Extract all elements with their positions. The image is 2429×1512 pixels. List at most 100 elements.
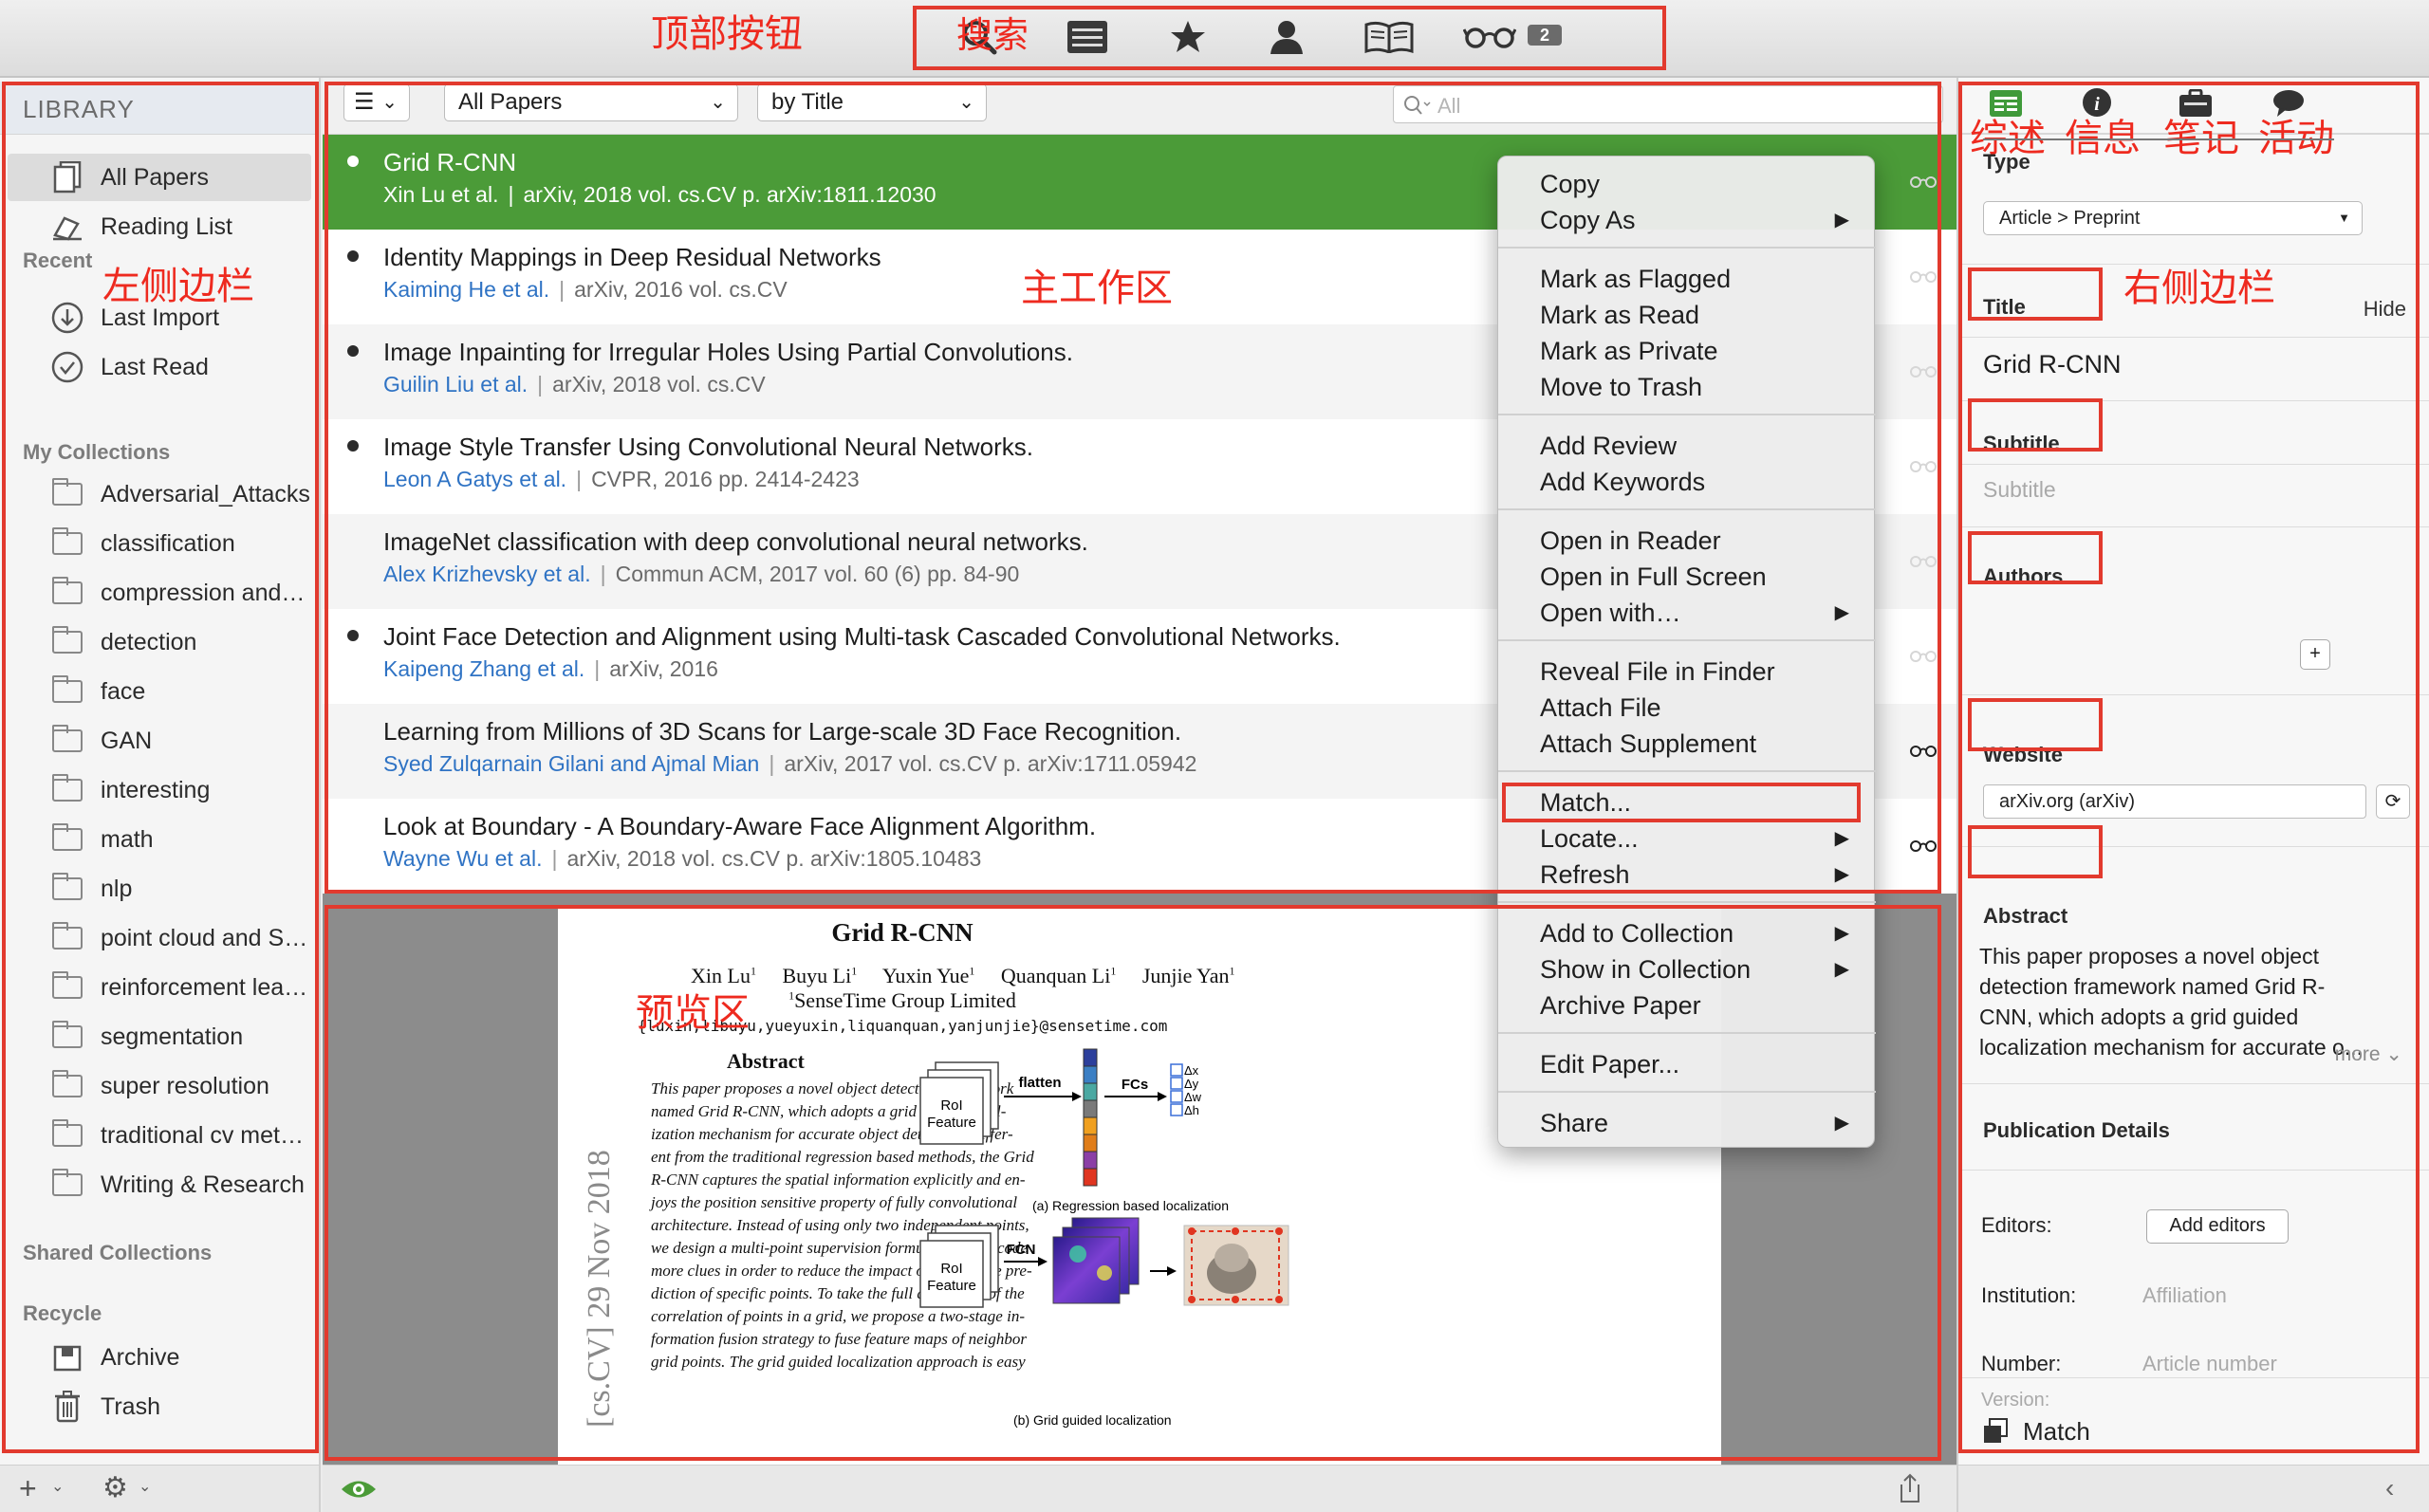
subtitle-field[interactable]: Subtitle xyxy=(1983,477,2056,503)
paper-authors[interactable]: Leon A Gatys et al. xyxy=(383,467,566,491)
hamburger-icon: ☰ xyxy=(354,89,375,115)
menu-item-mark-as-flagged[interactable]: Mark as Flagged xyxy=(1498,261,1876,297)
menu-item-mark-as-private[interactable]: Mark as Private xyxy=(1498,333,1876,369)
sidebar-item-last-read[interactable]: Last Read xyxy=(8,343,311,391)
menu-item-share[interactable]: Share ▶ xyxy=(1498,1105,1876,1141)
glasses-icon[interactable] xyxy=(1909,744,1938,757)
menu-item-move-to-trash[interactable]: Move to Trash xyxy=(1498,369,1876,405)
chevron-down-icon: ⌄ xyxy=(958,92,974,113)
number-field[interactable]: Article number xyxy=(2142,1352,2277,1376)
menu-item-edit-paper[interactable]: Edit Paper... xyxy=(1498,1046,1876,1082)
overview-icon[interactable] xyxy=(1989,89,2023,118)
sidebar-item-collection[interactable]: Writing & Research xyxy=(8,1161,311,1208)
sidebar-item-collection[interactable]: compression and… xyxy=(8,569,311,617)
glasses-icon[interactable] xyxy=(1909,839,1938,852)
sidebar-item-collection[interactable]: classification xyxy=(8,520,311,567)
fig-roi-label: RoI xyxy=(940,1097,962,1114)
filter-select[interactable]: All Papers ⌄ xyxy=(444,83,738,121)
menu-item-open-in-reader[interactable]: Open in Reader xyxy=(1498,523,1876,559)
refresh-icon[interactable]: ⟳ xyxy=(2376,784,2410,819)
paper-authors[interactable]: Xin Lu et al. xyxy=(383,182,498,207)
menu-item-mark-as-read[interactable]: Mark as Read xyxy=(1498,297,1876,333)
menu-item-match[interactable]: Match... xyxy=(1498,784,1876,821)
sidebar-item-reading-list[interactable]: Reading List xyxy=(8,203,311,250)
type-select[interactable]: Article > Preprint ▼ xyxy=(1983,201,2363,235)
match-button[interactable]: Match xyxy=(1981,1412,2090,1450)
sidebar-item-collection[interactable]: math xyxy=(8,816,311,863)
paper-authors[interactable]: Wayne Wu et al. xyxy=(383,846,542,871)
menu-item-show-in-collection[interactable]: Show in Collection ▶ xyxy=(1498,951,1876,987)
menu-item-locate[interactable]: Locate... ▶ xyxy=(1498,821,1876,857)
sidebar-item-collection[interactable]: detection xyxy=(8,618,311,666)
sidebar-item-collection[interactable]: super resolution xyxy=(8,1062,311,1110)
sidebar-item-collection[interactable]: face xyxy=(8,668,311,715)
paper-authors[interactable]: Syed Zulqarnain Gilani and Ajmal Mian xyxy=(383,751,759,776)
menu-item-label: Edit Paper... xyxy=(1540,1050,1680,1079)
glasses-icon[interactable] xyxy=(1461,17,1518,57)
menu-item-add-review[interactable]: Add Review xyxy=(1498,428,1876,464)
add-author-button[interactable]: + xyxy=(2300,639,2330,670)
chevron-down-icon[interactable]: ⌄ xyxy=(51,1477,64,1496)
list-icon[interactable] xyxy=(1065,17,1110,57)
paper-authors[interactable]: Kaiming He et al. xyxy=(383,277,549,302)
separator: | xyxy=(508,182,514,207)
sort-select[interactable]: by Title ⌄ xyxy=(757,83,987,121)
glasses-icon[interactable] xyxy=(1909,364,1938,378)
menu-item-copy[interactable]: Copy xyxy=(1498,166,1876,202)
paper-authors[interactable]: Guilin Liu et al. xyxy=(383,372,528,396)
more-link[interactable]: more ⌄ xyxy=(2335,1042,2402,1066)
sidebar-item-collection[interactable]: reinforcement lea… xyxy=(8,964,311,1011)
menu-item-copy-as[interactable]: Copy As ▶ xyxy=(1498,202,1876,238)
sidebar-item-archive[interactable]: Archive xyxy=(8,1334,311,1381)
sidebar-item-collection[interactable]: Adversarial_Attacks xyxy=(8,470,311,518)
sidebar-item-trash[interactable]: Trash xyxy=(8,1383,311,1430)
sidebar-item-collection[interactable]: point cloud and S… xyxy=(8,914,311,962)
glasses-count-badge: 2 xyxy=(1528,25,1562,46)
search-input[interactable]: All xyxy=(1393,85,1943,123)
gear-icon[interactable]: ⚙ xyxy=(102,1471,128,1504)
title-value[interactable]: Grid R-CNN xyxy=(1983,350,2122,379)
menu-item-archive-paper[interactable]: Archive Paper xyxy=(1498,987,1876,1023)
annotation-left-sidebar-label: 左侧边栏 xyxy=(102,265,254,308)
glasses-icon[interactable] xyxy=(1909,175,1938,188)
chevron-down-icon[interactable]: ⌄ xyxy=(139,1477,151,1496)
sidebar-item-all-papers[interactable]: All Papers xyxy=(8,154,311,201)
person-icon[interactable] xyxy=(1264,17,1309,57)
paper-authors[interactable]: Alex Krizhevsky et al. xyxy=(383,562,591,586)
chevron-left-icon[interactable]: ‹ xyxy=(2385,1473,2394,1503)
glasses-icon[interactable] xyxy=(1909,649,1938,662)
menu-item-attach-file[interactable]: Attach File xyxy=(1498,690,1876,726)
sidebar-item-collection[interactable]: nlp xyxy=(8,865,311,913)
star-icon[interactable] xyxy=(1165,17,1211,57)
book-icon[interactable] xyxy=(1363,17,1416,57)
eye-icon[interactable] xyxy=(340,1477,378,1502)
sidebar-item-collection[interactable]: traditional cv met… xyxy=(8,1112,311,1159)
institution-field[interactable]: Affiliation xyxy=(2142,1283,2227,1308)
menu-item-add-to-collection[interactable]: Add to Collection ▶ xyxy=(1498,915,1876,951)
notes-icon[interactable] xyxy=(2179,89,2213,118)
sidebar-item-collection[interactable]: interesting xyxy=(8,766,311,814)
view-menu-button[interactable]: ☰ ⌄ xyxy=(343,83,410,121)
menu-item-open-in-full-screen[interactable]: Open in Full Screen xyxy=(1498,559,1876,595)
sidebar-item-collection[interactable]: segmentation xyxy=(8,1013,311,1060)
glasses-icon[interactable] xyxy=(1909,459,1938,472)
menu-item-attach-supplement[interactable]: Attach Supplement xyxy=(1498,726,1876,762)
match-icon xyxy=(1984,1418,2008,1443)
sidebar-item-collection[interactable]: GAN xyxy=(8,717,311,765)
menu-item-reveal-file-in-finder[interactable]: Reveal File in Finder xyxy=(1498,654,1876,690)
add-editors-button[interactable]: Add editors xyxy=(2146,1209,2289,1244)
hide-button[interactable]: Hide xyxy=(2364,297,2406,322)
add-icon[interactable]: + xyxy=(19,1471,37,1506)
menu-item-add-keywords[interactable]: Add Keywords xyxy=(1498,464,1876,500)
share-icon[interactable] xyxy=(1898,1473,1922,1503)
menu-item-refresh[interactable]: Refresh ▶ xyxy=(1498,857,1876,893)
menu-item-open-with[interactable]: Open with… ▶ xyxy=(1498,595,1876,631)
website-field[interactable]: arXiv.org (arXiv) xyxy=(1983,784,2366,819)
pdf-abstract-line: ization mechanism for accurate object de… xyxy=(651,1125,1013,1143)
activity-icon[interactable] xyxy=(2271,89,2306,118)
paper-meta: Wayne Wu et al. | arXiv, 2018 vol. cs.CV p… xyxy=(383,846,981,872)
glasses-icon[interactable] xyxy=(1909,269,1938,283)
paper-authors[interactable]: Kaipeng Zhang et al. xyxy=(383,656,584,681)
glasses-icon[interactable] xyxy=(1909,554,1938,567)
info-icon[interactable]: i xyxy=(2082,87,2112,118)
